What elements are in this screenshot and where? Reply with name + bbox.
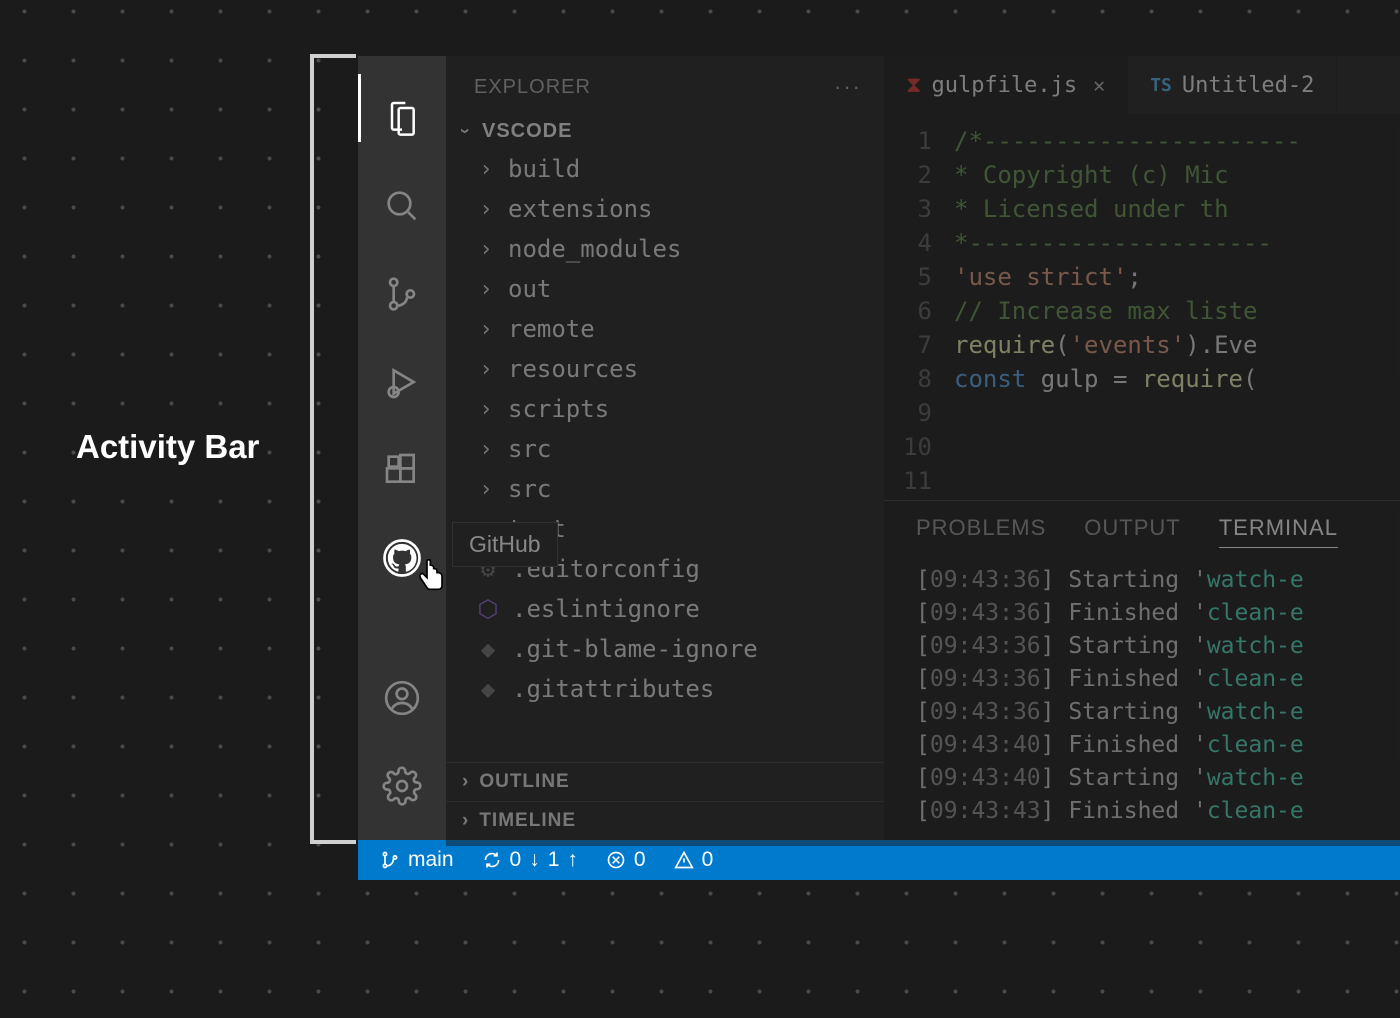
tree-root[interactable]: › VSCODE [446,114,884,149]
file-name: .git-blame-ignore [512,635,758,663]
chevron-right-icon: › [476,477,496,502]
file-icon: ⬡ [476,597,500,621]
error-count: 0 [634,848,646,872]
activity-bar: GitHub [358,56,446,840]
folder-name: src [508,475,551,503]
tree-file[interactable]: ⬡ .eslintignore [446,589,884,629]
activity-source-control-icon[interactable] [358,250,446,338]
folder-name: resources [508,355,638,383]
outline-section[interactable]: › OUTLINE [446,762,884,801]
tree-folder[interactable]: › extensions [446,189,884,229]
chevron-right-icon: › [476,277,496,302]
file-name: .gitattributes [512,675,714,703]
folder-name: src [508,435,551,463]
activity-settings-icon[interactable] [358,742,446,830]
activity-extensions-icon[interactable] [358,426,446,514]
file-name: .eslintignore [512,595,700,623]
vscode-window: GitHub EXPLORER ··· › VSCODE › build › exte… [358,56,1400,880]
folder-name: scripts [508,395,609,423]
activity-accounts-icon[interactable] [358,654,446,742]
activity-run-debug-icon[interactable] [358,338,446,426]
editor-tab-bar: ⧗ gulpfile.js ✕ TS Untitled-2 [884,56,1400,114]
terminal-output[interactable]: [09:43:36] Starting 'watch-e[09:43:36] F… [884,558,1400,840]
warning-count: 0 [702,848,714,872]
tree-file[interactable]: ◆ .git-blame-ignore [446,629,884,669]
status-errors[interactable]: 0 [606,848,646,872]
panel-tab-problems[interactable]: PROBLEMS [916,515,1046,548]
chevron-right-icon: › [476,357,496,382]
panel-tab-output[interactable]: OUTPUT [1084,515,1180,548]
folder-name: node_modules [508,235,681,263]
file-icon: ◆ [476,677,500,701]
chevron-right-icon: › [476,157,496,182]
timeline-label: TIMELINE [479,810,576,832]
status-warnings[interactable]: 0 [674,848,714,872]
chevron-right-icon: › [462,771,469,793]
chevron-right-icon: › [476,317,496,342]
timeline-section[interactable]: › TIMELINE [446,801,884,840]
panel-tab-terminal[interactable]: TERMINAL [1219,515,1338,548]
sync-up: 1 [548,848,560,872]
code-editor[interactable]: 1234567891011 /*---------------------- *… [884,114,1400,500]
folder-name: out [508,275,551,303]
typescript-icon: TS [1150,75,1172,96]
tree-file[interactable]: ◆ .gitattributes [446,669,884,709]
tab-untitled[interactable]: TS Untitled-2 [1128,56,1337,114]
activity-explorer-icon[interactable] [358,74,446,162]
bottom-panel: PROBLEMS OUTPUT TERMINAL [09:43:36] Star… [884,500,1400,840]
tree-folder[interactable]: › remote [446,309,884,349]
status-bar: main 0↓ 1↑ 0 0 [358,840,1400,880]
callout-label: Activity Bar [76,428,259,466]
tree-root-label: VSCODE [482,120,572,143]
callout-bracket [310,54,356,844]
chevron-right-icon: › [476,237,496,262]
tree-folder[interactable]: › scripts [446,389,884,429]
close-icon[interactable]: ✕ [1093,73,1105,97]
tree-folder[interactable]: › src [446,469,884,509]
tree-folder[interactable]: › src [446,429,884,469]
activity-tooltip: GitHub [452,522,558,567]
tab-gulpfile[interactable]: ⧗ gulpfile.js ✕ [884,56,1128,114]
status-sync[interactable]: 0↓ 1↑ [482,848,578,872]
line-number-gutter: 1234567891011 [884,114,944,500]
status-branch[interactable]: main [380,848,454,872]
outline-label: OUTLINE [479,771,569,793]
tree-folder[interactable]: › out [446,269,884,309]
folder-name: build [508,155,580,183]
activity-search-icon[interactable] [358,162,446,250]
chevron-right-icon: › [476,437,496,462]
chevron-right-icon: › [462,810,469,832]
tab-label: gulpfile.js [931,73,1077,98]
folder-name: extensions [508,195,653,223]
explorer-sidebar: EXPLORER ··· › VSCODE ›build›extensions›… [446,56,884,840]
sync-down: 0 [510,848,522,872]
tree-folder[interactable]: › resources [446,349,884,389]
tree-folder[interactable]: › node_modules [446,229,884,269]
chevron-right-icon: › [476,197,496,222]
tab-label: Untitled-2 [1182,73,1314,98]
chevron-down-icon: › [455,123,476,141]
tree-folder[interactable]: › build [446,149,884,189]
chevron-right-icon: › [476,397,496,422]
file-icon: ◆ [476,637,500,661]
branch-name: main [408,848,454,872]
sidebar-title: EXPLORER [474,76,591,99]
gulp-icon: ⧗ [906,73,921,98]
folder-name: remote [508,315,595,343]
editor-area: ⧗ gulpfile.js ✕ TS Untitled-2 1234567891… [884,56,1400,840]
pointer-cursor-icon [412,556,440,584]
sidebar-more-icon[interactable]: ··· [834,74,862,100]
